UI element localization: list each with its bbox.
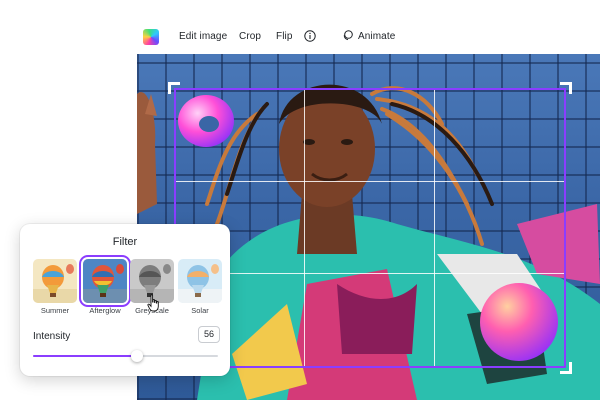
crop-handle-top-left[interactable] [168,82,180,94]
animate-icon[interactable] [342,30,353,41]
crop-grid-line [304,90,305,366]
balloon-icon [83,259,127,303]
intensity-value-field[interactable]: 56 [198,326,220,343]
balloon-icon [178,259,222,303]
filter-thumb-afterglow[interactable] [83,259,127,303]
filter-label-solar: Solar [191,306,209,315]
filter-label-summer: Summer [40,306,70,315]
filter-panel-title: Filter [112,236,138,248]
flip-button[interactable]: Flip [276,31,293,42]
balloon-icon [130,259,174,303]
intensity-slider-thumb[interactable] [130,350,143,362]
crop-grid-line [176,181,564,182]
crop-handle-bottom-right[interactable] [560,362,572,374]
info-icon[interactable] [304,30,316,42]
intensity-label: Intensity [33,331,71,342]
filter-label-greyscale: Greyscale [135,306,169,315]
crop-grid-line [434,90,435,366]
crop-frame[interactable] [168,82,572,374]
editor-toolbar: Edit image Crop Flip Animate [0,0,600,54]
filter-thumb-summer[interactable] [33,259,77,303]
filter-panel: Filter Summer Afterglow Greyscale Solar … [20,224,230,376]
filter-thumb-greyscale[interactable] [130,259,174,303]
crop-button[interactable]: Crop [239,31,261,42]
intensity-slider[interactable] [33,350,218,362]
logo-icon[interactable] [143,29,159,45]
crop-handle-top-right[interactable] [560,82,572,94]
crop-grid-line [176,273,564,274]
filter-thumb-solar[interactable] [178,259,222,303]
edit-image-button[interactable]: Edit image [179,31,227,42]
intensity-slider-fill [33,355,137,357]
balloon-icon [33,259,77,303]
animate-button[interactable]: Animate [358,31,395,42]
filter-label-afterglow: Afterglow [89,306,121,315]
